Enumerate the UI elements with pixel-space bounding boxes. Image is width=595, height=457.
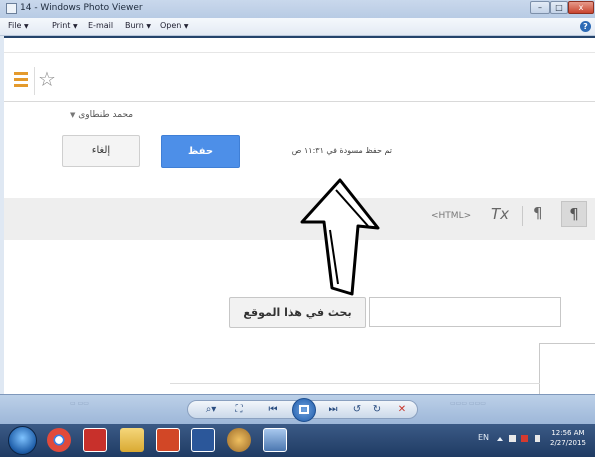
next-icon[interactable]: ⏭ — [324, 403, 342, 416]
show-hidden-icons-icon[interactable] — [497, 437, 503, 441]
search-input[interactable] — [369, 297, 561, 327]
photo-viewer-taskbar-icon[interactable] — [263, 428, 287, 452]
html-mode-button[interactable]: <HTML> — [431, 211, 471, 221]
menu-burn-label: Burn — [125, 21, 144, 30]
user-name: محمد طنطاوى — [78, 110, 134, 120]
photo-display: ☆ محمد طنطاوى ▼ إلغاء حفظ تم حفظ مسودة ف… — [4, 36, 595, 396]
clock[interactable]: 12:56 AM 2/27/2015 — [550, 428, 586, 448]
divider — [4, 52, 595, 53]
menu-open[interactable]: Open ▼ — [160, 21, 189, 30]
ghost-text: ▭ ▭▭ — [70, 400, 89, 407]
menu-print[interactable]: Print ▼ — [52, 21, 78, 30]
title-bar: 14 - Windows Photo Viewer – □ x — [0, 0, 595, 19]
clear-formatting-icon[interactable]: Tx — [491, 205, 509, 223]
menu-open-label: Open — [160, 21, 182, 30]
save-button[interactable]: حفظ — [161, 135, 240, 168]
ghost-text: ▭▭▭ ▭▭▭ — [450, 400, 486, 407]
language-indicator[interactable]: EN — [478, 433, 489, 442]
word-icon[interactable] — [191, 428, 215, 452]
taskbar — [0, 424, 595, 457]
chevron-down-icon: ▼ — [146, 23, 151, 30]
divider — [34, 67, 35, 95]
help-icon[interactable]: ? — [580, 21, 591, 32]
menu-file[interactable]: File ▼ — [8, 21, 29, 30]
maximize-button[interactable]: □ — [550, 1, 568, 14]
menu-burn[interactable]: Burn ▼ — [125, 21, 151, 30]
menu-print-label: Print — [52, 21, 71, 30]
divider — [170, 383, 540, 384]
window-title: 14 - Windows Photo Viewer — [20, 3, 143, 13]
side-panel — [539, 343, 595, 396]
close-button[interactable]: x — [568, 1, 594, 14]
menu-bar: File ▼ Print ▼ E-mail Burn ▼ Open ▼ ? — [0, 18, 595, 36]
rtl-paragraph-icon[interactable]: ¶ — [561, 201, 587, 227]
chevron-down-icon: ▼ — [23, 23, 29, 30]
menu-email[interactable]: E-mail — [88, 21, 113, 30]
volume-icon[interactable] — [535, 435, 540, 442]
pdf-reader-icon[interactable] — [83, 428, 107, 452]
top-bar: ☆ — [4, 63, 595, 102]
network-icon[interactable] — [521, 435, 528, 442]
flag-icon[interactable] — [509, 435, 516, 442]
rotate-ccw-icon[interactable]: ↺ — [350, 403, 364, 416]
photo-viewer-window: 14 - Windows Photo Viewer – □ x File ▼ P… — [0, 0, 595, 457]
menu-file-label: File — [8, 21, 22, 30]
star-icon[interactable]: ☆ — [38, 67, 56, 91]
powerpoint-icon[interactable] — [156, 428, 180, 452]
start-button[interactable] — [8, 426, 37, 455]
menu-email-label: E-mail — [88, 21, 114, 30]
rotate-cw-icon[interactable]: ↻ — [370, 403, 384, 416]
delete-icon[interactable]: ✕ — [395, 403, 409, 416]
hamburger-menu-icon[interactable] — [14, 72, 28, 87]
viewer-controls: ▭ ▭▭ ▭▭▭ ▭▭▭ ⌕▾ ⛶ ⏮ ⏭ ↺ ↻ ✕ — [0, 394, 595, 425]
paint-icon[interactable] — [227, 428, 251, 452]
user-account-menu[interactable]: محمد طنطاوى ▼ — [70, 110, 133, 120]
zoom-icon[interactable]: ⌕▾ — [202, 403, 220, 416]
slideshow-button[interactable] — [292, 398, 316, 422]
minimize-button[interactable]: – — [530, 1, 550, 14]
app-icon — [6, 3, 17, 14]
up-arrow-annotation-icon — [300, 178, 380, 296]
chevron-down-icon: ▼ — [70, 111, 76, 119]
chrome-icon[interactable] — [47, 428, 71, 452]
clock-date: 2/27/2015 — [550, 439, 586, 447]
clock-time: 12:56 AM — [551, 429, 585, 437]
actual-size-icon[interactable]: ⛶ — [232, 403, 246, 416]
chevron-down-icon: ▼ — [72, 23, 78, 30]
cancel-button[interactable]: إلغاء — [62, 135, 140, 167]
draft-status: تم حفظ مسودة في ١١:٣١ ص — [291, 146, 392, 155]
controls-pill: ⌕▾ ⛶ ⏮ ⏭ ↺ ↻ ✕ — [187, 398, 418, 422]
divider — [522, 206, 523, 226]
chevron-down-icon: ▼ — [183, 23, 189, 30]
ltr-paragraph-icon[interactable]: ¶ — [533, 204, 543, 222]
previous-icon[interactable]: ⏮ — [264, 403, 282, 416]
file-explorer-icon[interactable] — [120, 428, 144, 452]
